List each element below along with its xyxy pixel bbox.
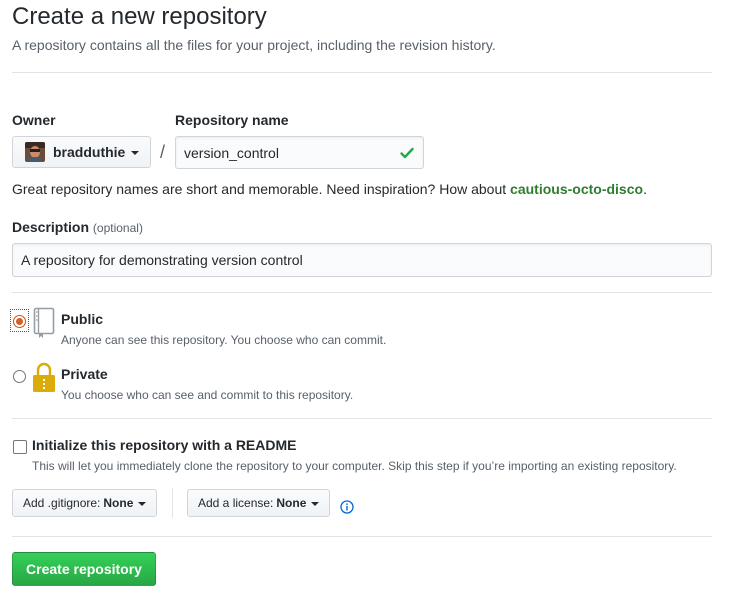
owner-select-button[interactable]: bradduthie	[12, 136, 151, 168]
check-icon	[400, 147, 414, 159]
vertical-divider	[172, 488, 173, 518]
info-icon[interactable]	[340, 500, 354, 514]
create-repository-button[interactable]: Create repository	[12, 552, 156, 586]
readme-note: This will let you immediately clone the …	[32, 459, 677, 473]
description-input[interactable]	[12, 243, 712, 277]
page-title: Create a new repository	[12, 3, 267, 30]
divider	[12, 536, 712, 537]
private-option-title: Private	[61, 366, 108, 382]
chevron-down-icon	[131, 151, 140, 155]
gitignore-select-button[interactable]: Add .gitignore: None	[12, 489, 158, 517]
divider	[12, 72, 712, 73]
license-select-button[interactable]: Add a license: None	[187, 489, 331, 517]
user-avatar-icon	[25, 142, 45, 162]
description-label: Description (optional)	[12, 219, 143, 235]
repository-name-input[interactable]	[175, 136, 424, 169]
lock-icon	[33, 362, 55, 392]
private-radio[interactable]	[13, 370, 26, 383]
divider	[12, 292, 712, 293]
optional-tag: (optional)	[92, 221, 143, 235]
repo-book-icon	[33, 307, 55, 338]
repository-name-hint: Great repository names are short and mem…	[12, 181, 647, 197]
readme-label: Initialize this repository with a README	[32, 437, 297, 453]
private-option-note: You choose who can see and commit to thi…	[61, 388, 354, 402]
divider	[12, 418, 712, 419]
name-suggestion-link[interactable]: cautious-octo-disco	[510, 181, 643, 197]
chevron-down-icon	[138, 502, 147, 506]
path-separator: /	[160, 142, 166, 162]
owner-name: bradduthie	[53, 144, 126, 160]
repository-name-label: Repository name	[175, 112, 289, 128]
public-option-title: Public	[61, 311, 104, 327]
public-radio[interactable]	[13, 315, 26, 328]
readme-checkbox[interactable]	[13, 440, 27, 454]
public-option-note: Anyone can see this repository. You choo…	[61, 333, 387, 347]
owner-label: Owner	[12, 112, 56, 128]
chevron-down-icon	[311, 502, 320, 506]
page-subtitle: A repository contains all the files for …	[12, 37, 496, 53]
